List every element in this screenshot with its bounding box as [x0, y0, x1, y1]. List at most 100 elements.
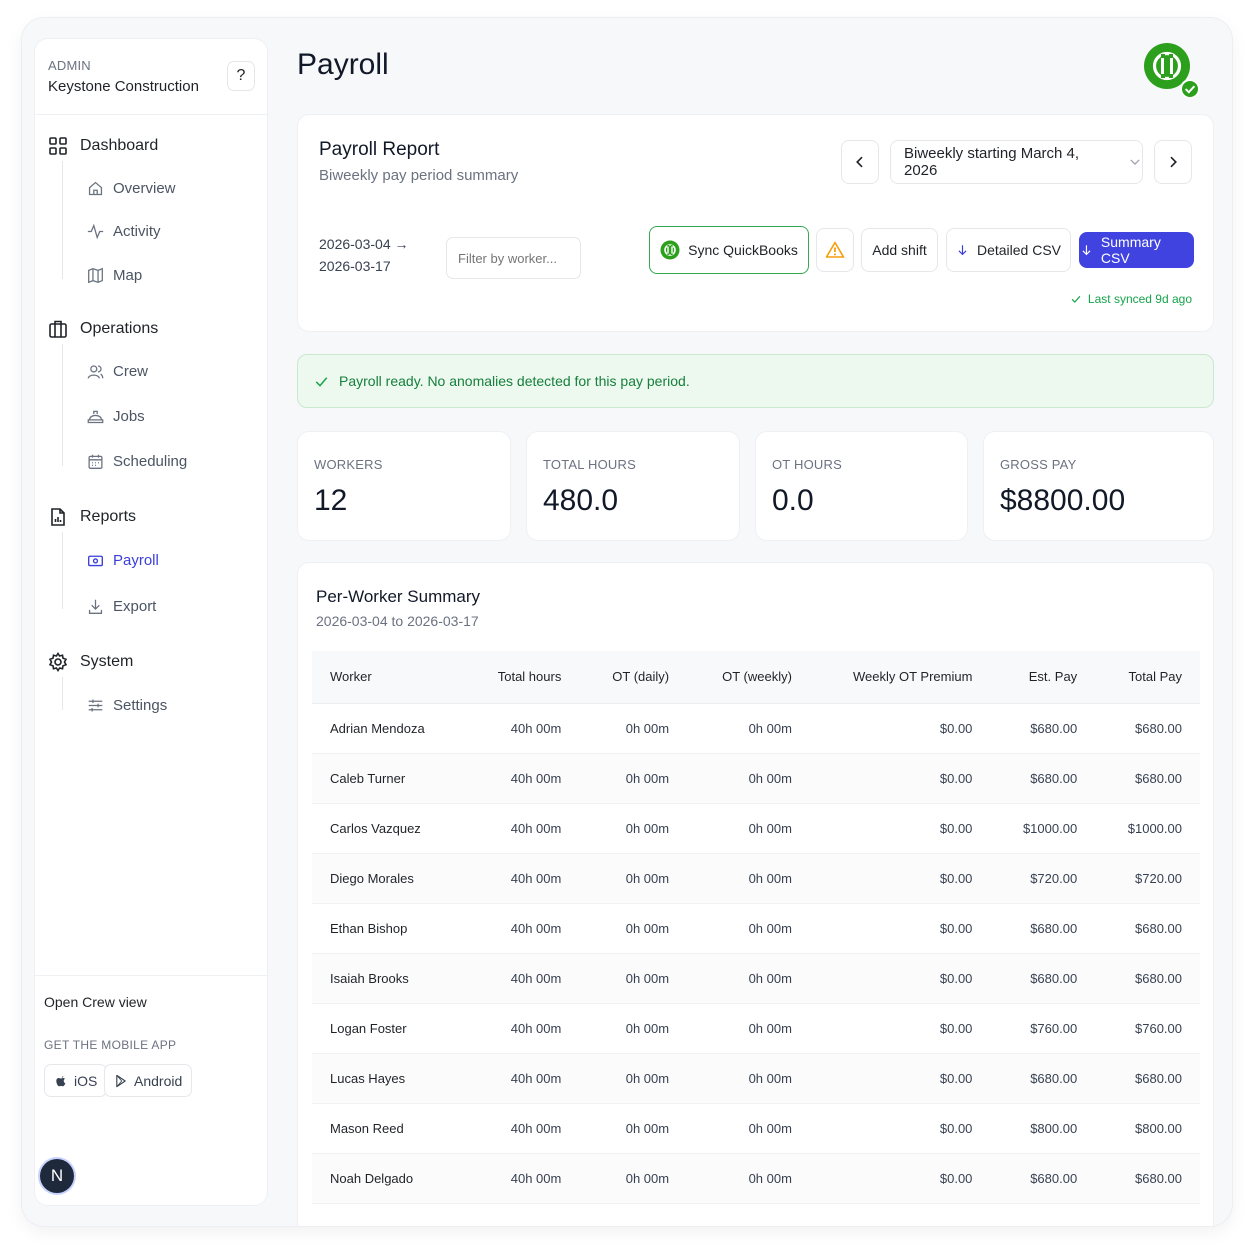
table-cell: $1000.00 — [990, 803, 1096, 854]
column-header[interactable]: Total hours — [463, 651, 580, 704]
summary-csv-button[interactable]: Summary CSV — [1079, 232, 1194, 268]
anomaly-warning-button[interactable] — [816, 228, 854, 272]
date-range: 2026-03-04 → 2026-03-17 — [319, 233, 409, 277]
table-cell: 0h 00m — [687, 803, 810, 854]
table-row[interactable]: Noah Delgado 40h 00m 0h 00m 0h 00m $0.00 $680… — [312, 1153, 1200, 1204]
table-cell: $0.00 — [809, 1053, 991, 1104]
table-cell: $680.00 — [1095, 903, 1200, 954]
sidebar-item-label: Activity — [113, 223, 161, 240]
table-cell: 0h 00m — [579, 1153, 688, 1204]
table-row[interactable]: Logan Foster 40h 00m 0h 00m 0h 00m $0.00 $760… — [312, 1003, 1200, 1054]
stat-label: WORKERS — [314, 457, 383, 472]
worker-filter-input[interactable] — [446, 237, 581, 279]
period-select[interactable]: Biweekly starting March 4, 2026 — [890, 140, 1143, 184]
period-select-value: Biweekly starting March 4, 2026 — [904, 145, 1080, 179]
stat-value: 480.0 — [543, 484, 619, 517]
column-header[interactable]: Total Pay — [1095, 651, 1200, 704]
table-cell: 0h 00m — [687, 1103, 810, 1154]
download-arrow-icon — [1082, 244, 1091, 255]
open-crew-link[interactable]: Open Crew view — [44, 994, 147, 1010]
prev-period-button[interactable] — [841, 140, 879, 184]
table-cell: $720.00 — [1095, 853, 1200, 904]
nav-section-label: Operations — [80, 320, 159, 337]
table-cell: 0h 00m — [687, 1153, 810, 1204]
sidebar-item-scheduling[interactable]: Scheduling — [87, 453, 187, 470]
table-cell: $0.00 — [809, 703, 991, 754]
check-icon — [1071, 295, 1081, 303]
range-start: 2026-03-04 → — [319, 236, 409, 252]
sidebar-item-activity[interactable]: Activity — [87, 223, 161, 240]
table-row[interactable]: Lucas Hayes 40h 00m 0h 00m 0h 00m $0.00 $680.… — [312, 1053, 1200, 1104]
table-row[interactable]: Adrian Mendoza 40h 00m 0h 00m 0h 00m $0.00 $6… — [312, 703, 1200, 754]
sidebar-item-label: Crew — [113, 363, 149, 380]
chevron-left-icon — [856, 156, 863, 168]
table-cell: $680.00 — [990, 953, 1096, 1004]
column-header[interactable]: OT (daily) — [579, 651, 688, 704]
table-cell: 40h 00m — [463, 753, 580, 804]
stat-value: $8800.00 — [1000, 484, 1126, 517]
worker-name-cell: Lucas Hayes — [312, 1053, 464, 1104]
connected-check-icon — [1180, 79, 1200, 99]
table-cell: 0h 00m — [579, 803, 688, 854]
check-icon — [315, 376, 328, 387]
nav-section-operations[interactable]: Operations — [48, 319, 158, 339]
sidebar-item-settings[interactable]: Settings — [87, 697, 167, 714]
table-row[interactable]: Mason Reed 40h 00m 0h 00m 0h 00m $0.00 $800.0… — [312, 1103, 1200, 1154]
table-cell: 40h 00m — [463, 1153, 580, 1204]
table-cell: $680.00 — [1095, 1153, 1200, 1204]
sidebar-footer: Open Crew view GET THE MOBILE APP iOS An… — [35, 975, 267, 1097]
nav-section-reports[interactable]: Reports — [48, 507, 136, 527]
table-cell: 40h 00m — [463, 703, 580, 754]
table-row[interactable]: Isaiah Brooks 40h 00m 0h 00m 0h 00m $0.00 $68… — [312, 953, 1200, 1004]
table-cell: $0.00 — [809, 953, 991, 1004]
sidebar-item-jobs[interactable]: Jobs — [87, 408, 145, 425]
next-period-button[interactable] — [1154, 140, 1192, 184]
sidebar-item-overview[interactable]: Overview — [87, 180, 176, 197]
stat-value: 0.0 — [772, 484, 814, 517]
table-cell: 40h 00m — [463, 1103, 580, 1154]
stat-label: GROSS PAY — [1000, 457, 1077, 472]
sidebar-item-map[interactable]: Map — [87, 267, 142, 284]
table-row[interactable]: Carlos Vazquez 40h 00m 0h 00m 0h 00m $0.00 $1… — [312, 803, 1200, 854]
chevron-down-icon — [1130, 159, 1140, 165]
user-avatar[interactable]: N — [40, 1159, 74, 1193]
page-title: Payroll — [297, 48, 389, 81]
table-cell: 40h 00m — [463, 853, 580, 904]
add-shift-button[interactable]: Add shift — [861, 228, 938, 272]
table-cell: $0.00 — [809, 1153, 991, 1204]
worker-name-cell: Carlos Vazquez — [312, 803, 464, 854]
table-cell: $680.00 — [1095, 703, 1200, 754]
stat-card-gross-pay: GROSS PAY $8800.00 — [983, 431, 1214, 541]
chevron-right-icon — [1170, 156, 1177, 168]
column-header[interactable]: Est. Pay — [990, 651, 1096, 704]
worker-name-cell: Isaiah Brooks — [312, 953, 464, 1004]
nav-section-dashboard[interactable]: Dashboard — [48, 136, 158, 156]
table-cell: 0h 00m — [579, 1053, 688, 1104]
play-store-icon — [116, 1074, 126, 1087]
stat-label: OT HOURS — [772, 457, 842, 472]
app-window: ADMIN Keystone Construction ? Dashboard … — [22, 18, 1232, 1226]
table-row[interactable]: Ethan Bishop 40h 00m 0h 00m 0h 00m $0.00 $680… — [312, 903, 1200, 954]
sync-quickbooks-button[interactable]: Sync QuickBooks — [649, 226, 809, 274]
table-row[interactable]: Diego Morales 40h 00m 0h 00m 0h 00m $0.00 $72… — [312, 853, 1200, 904]
nav-section-system[interactable]: System — [48, 652, 133, 672]
table-row[interactable]: Caleb Turner 40h 00m 0h 00m 0h 00m $0.00 $680… — [312, 753, 1200, 804]
sidebar-item-export[interactable]: Export — [87, 598, 156, 615]
table-cell: 0h 00m — [687, 903, 810, 954]
detailed-csv-button[interactable]: Detailed CSV — [946, 228, 1071, 272]
worker-name-cell: Diego Morales — [312, 853, 464, 904]
ios-app-button[interactable]: iOS — [44, 1064, 108, 1097]
column-header[interactable]: Weekly OT Premium — [809, 651, 991, 704]
table-cell: 0h 00m — [579, 853, 688, 904]
table-header-row: Worker Total hours OT (daily) OT (weekly… — [312, 651, 1200, 704]
help-button[interactable]: ? — [227, 61, 255, 91]
summary-csv-label: Summary CSV — [1100, 234, 1161, 266]
sidebar-item-payroll[interactable]: Payroll — [87, 552, 159, 569]
column-header[interactable]: Worker — [312, 651, 464, 704]
android-app-button[interactable]: Android — [104, 1064, 193, 1097]
table-cell: 0h 00m — [687, 953, 810, 1004]
sidebar-item-crew[interactable]: Crew — [87, 363, 148, 380]
activity-icon — [87, 223, 104, 240]
table-cell: 40h 00m — [463, 803, 580, 854]
column-header[interactable]: OT (weekly) — [687, 651, 810, 704]
